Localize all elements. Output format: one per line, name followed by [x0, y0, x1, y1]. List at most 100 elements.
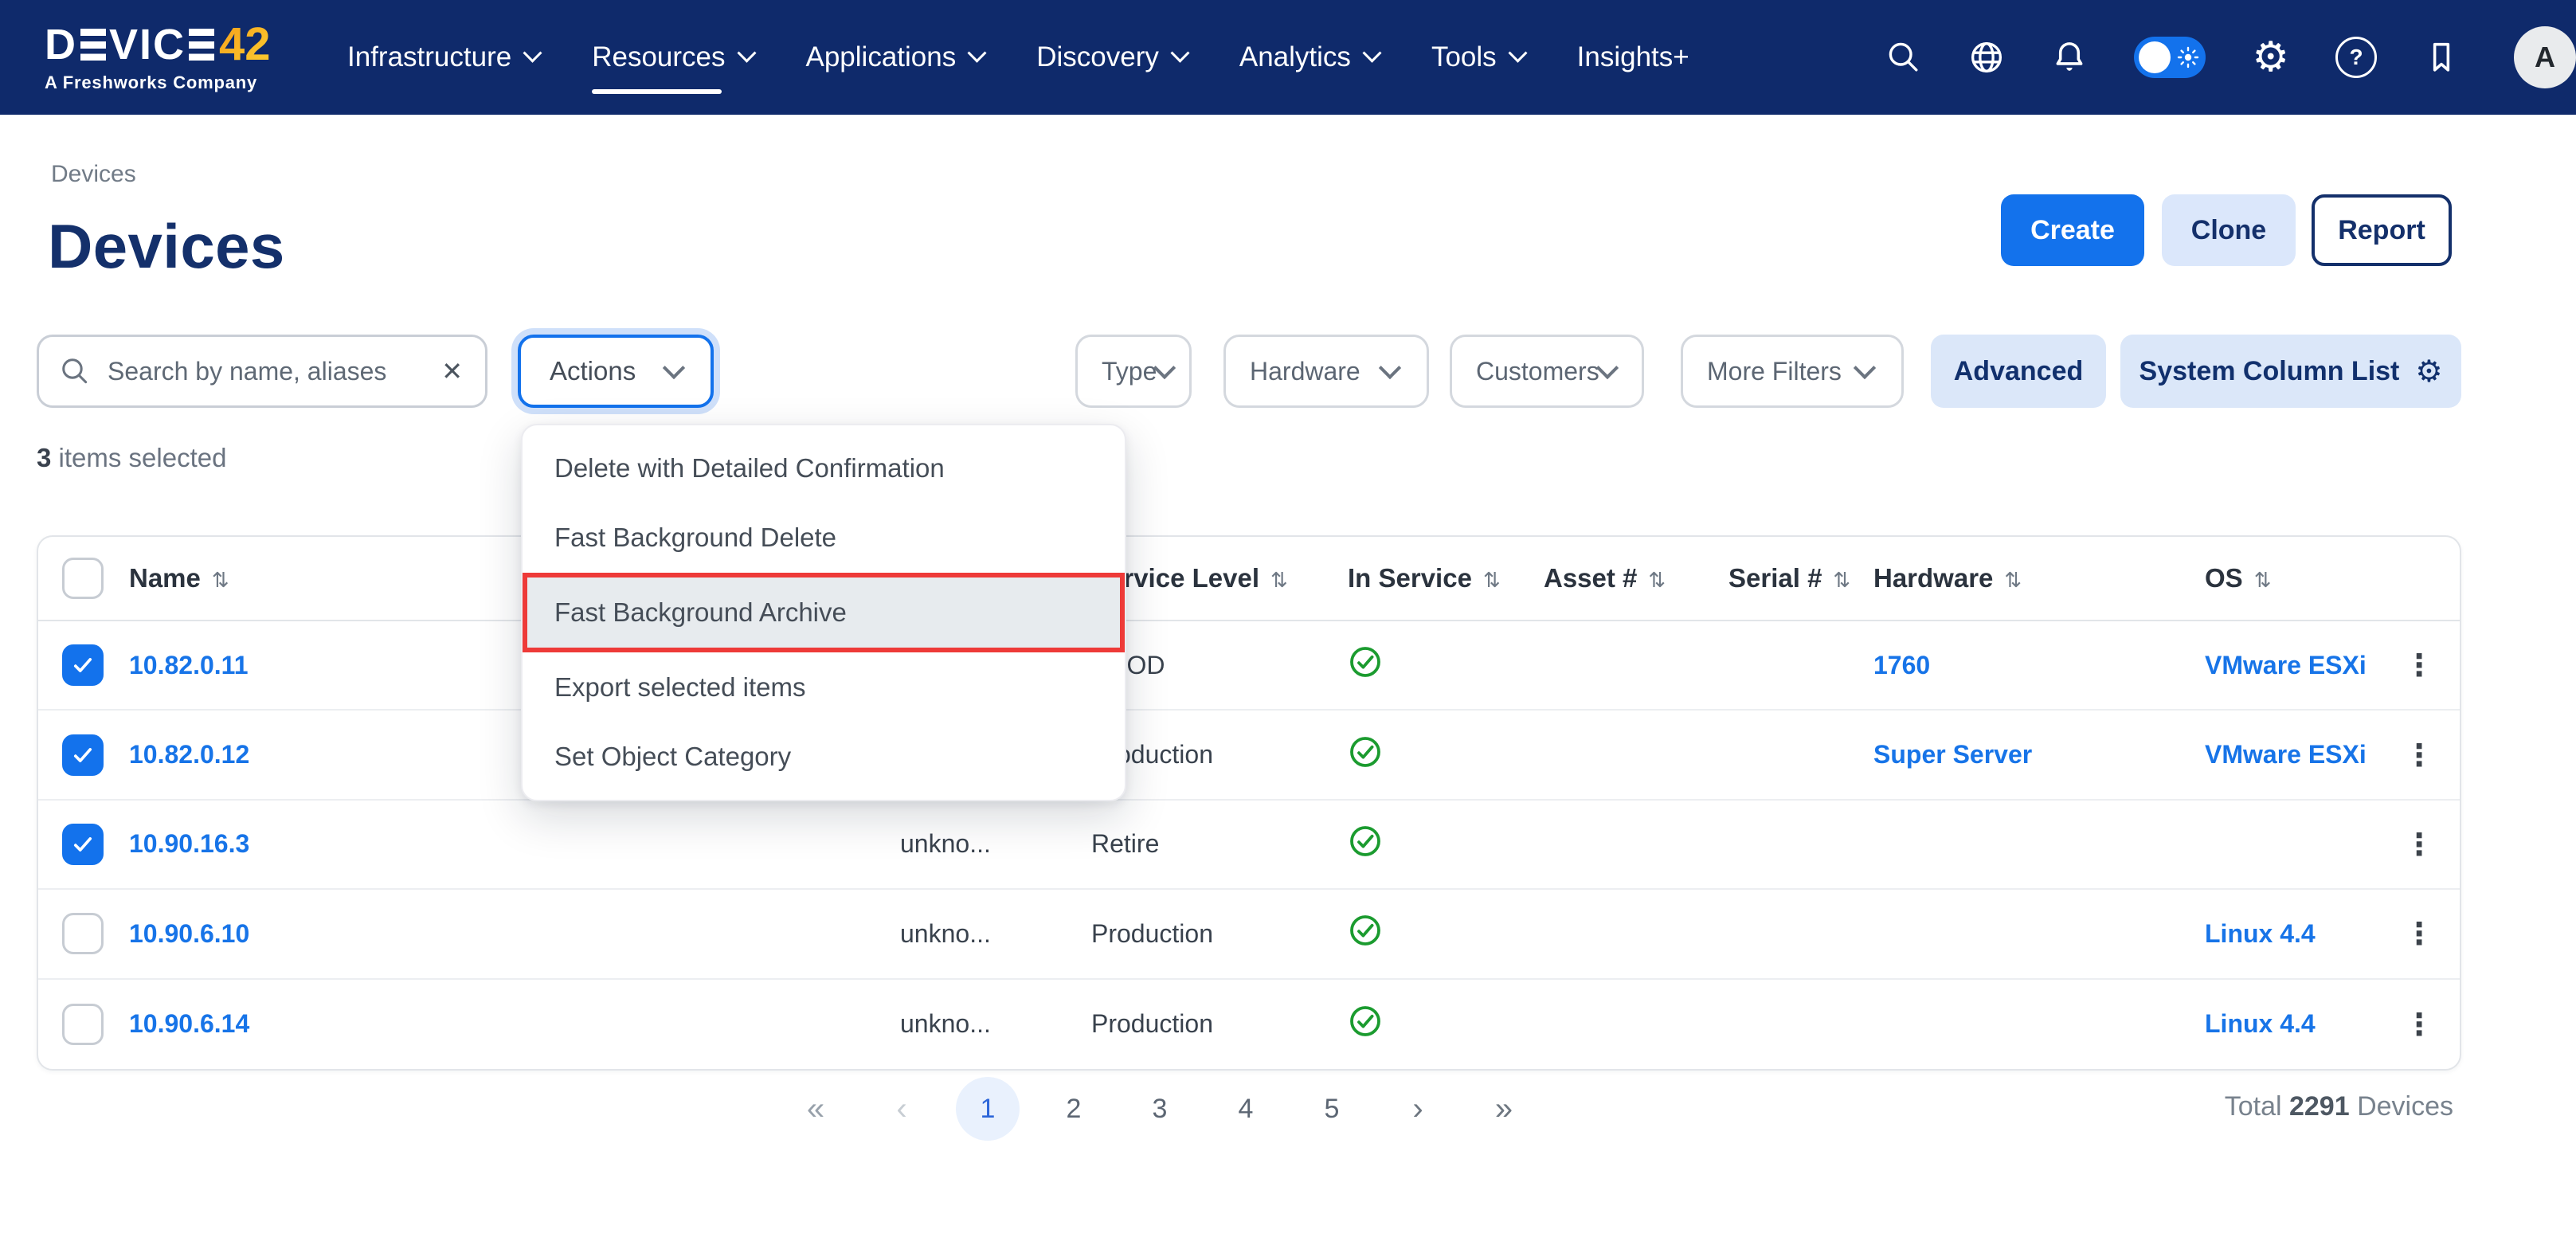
- column-header-in-service[interactable]: In Service⇅: [1340, 563, 1536, 593]
- device-name-link[interactable]: 10.90.6.14: [129, 1009, 249, 1038]
- device-name-link[interactable]: 10.90.6.10: [129, 919, 249, 948]
- in-service-check-icon: [1348, 913, 1383, 948]
- brand-letter-e-bars: [80, 29, 106, 61]
- table-row: 10.90.6.14 unkno... Production Linux 4.4…: [38, 980, 2460, 1069]
- clone-button[interactable]: Clone: [2162, 194, 2296, 266]
- chevron-down-icon: [737, 43, 756, 62]
- nav-infrastructure[interactable]: Infrastructure: [347, 0, 539, 115]
- device-name-link[interactable]: 10.82.0.12: [129, 740, 249, 769]
- row-checkbox[interactable]: [62, 913, 104, 954]
- pagination-page-1[interactable]: 1: [956, 1077, 1020, 1141]
- pagination-page-2[interactable]: 2: [1042, 1077, 1106, 1141]
- row-checkbox[interactable]: [62, 734, 104, 776]
- column-header-os[interactable]: OS⇅: [2197, 563, 2396, 593]
- hardware-link[interactable]: 1760: [1873, 651, 1930, 679]
- sort-icon: ⇅: [1648, 569, 1666, 593]
- pagination-next[interactable]: ›: [1386, 1077, 1450, 1141]
- filter-customers[interactable]: Customers: [1450, 335, 1644, 408]
- breadcrumb[interactable]: Devices: [51, 161, 136, 188]
- type-cell: unkno...: [892, 829, 1083, 859]
- brand-tagline: A Freshworks Company: [45, 72, 312, 93]
- total-devices-summary: Total 2291 Devices: [2225, 1091, 2453, 1122]
- system-column-list-button[interactable]: System Column List⚙: [2120, 335, 2461, 408]
- nav-discovery[interactable]: Discovery: [1036, 0, 1187, 115]
- clear-search-icon[interactable]: ✕: [441, 356, 463, 386]
- menu-item-set-object-category[interactable]: Set Object Category: [523, 722, 1125, 792]
- nav-insights-plus[interactable]: Insights+: [1577, 0, 1689, 115]
- theme-toggle[interactable]: [2134, 37, 2206, 78]
- row-menu-kebab-icon[interactable]: ⋮: [2404, 650, 2460, 680]
- in-service-cell: [1340, 824, 1536, 865]
- chevron-down-icon: [663, 357, 685, 379]
- column-header-asset[interactable]: Asset #⇅: [1536, 563, 1721, 593]
- pagination: « ‹ 1 2 3 4 5 › »: [784, 1077, 1536, 1141]
- hardware-link[interactable]: Super Server: [1873, 740, 2032, 769]
- pagination-page-3[interactable]: 3: [1128, 1077, 1192, 1141]
- nav-resources[interactable]: Resources: [592, 0, 753, 115]
- device42-logo[interactable]: DVIC42 A Freshworks Company: [45, 22, 312, 93]
- filter-more-filters[interactable]: More Filters: [1681, 335, 1904, 408]
- menu-item-delete-with-detailed-confirmation[interactable]: Delete with Detailed Confirmation: [523, 433, 1125, 503]
- page-title: Devices: [48, 210, 285, 283]
- filter-hardware[interactable]: Hardware: [1223, 335, 1429, 408]
- device42-devices-page: DVIC42 A Freshworks Company Infrastructu…: [0, 0, 2576, 1249]
- devices-table: Name⇅ Service Level⇅ In Service⇅ Asset #…: [37, 535, 2461, 1071]
- row-menu-kebab-icon[interactable]: ⋮: [2404, 740, 2460, 770]
- os-link[interactable]: Linux 4.4: [2205, 919, 2316, 948]
- select-all-checkbox[interactable]: [62, 558, 104, 599]
- globe-icon[interactable]: [1968, 39, 2005, 76]
- in-service-check-icon: [1348, 734, 1383, 769]
- pagination-page-4[interactable]: 4: [1214, 1077, 1278, 1141]
- os-link[interactable]: Linux 4.4: [2205, 1009, 2316, 1038]
- brand-wordmark: DVIC42: [45, 22, 312, 68]
- in-service-cell: [1340, 734, 1536, 776]
- menu-item-fast-background-archive[interactable]: Fast Background Archive: [523, 573, 1125, 652]
- menu-item-fast-background-delete[interactable]: Fast Background Delete: [523, 503, 1125, 574]
- help-icon[interactable]: ?: [2335, 37, 2377, 78]
- column-header-serial[interactable]: Serial #⇅: [1721, 563, 1865, 593]
- row-checkbox[interactable]: [62, 1004, 104, 1045]
- bookmark-icon[interactable]: [2423, 39, 2460, 76]
- filter-type[interactable]: Type: [1075, 335, 1192, 408]
- row-menu-kebab-icon[interactable]: ⋮: [2404, 918, 2460, 949]
- user-avatar[interactable]: A: [2514, 26, 2576, 88]
- device-name-link[interactable]: 10.90.16.3: [129, 829, 249, 858]
- os-link[interactable]: VMware ESXi: [2205, 651, 2367, 679]
- pagination-prev[interactable]: ‹: [870, 1077, 934, 1141]
- in-service-check-icon: [1348, 824, 1383, 859]
- table-row: 10.82.0.12 Production Super Server VMwar…: [38, 711, 2460, 800]
- nav-applications[interactable]: Applications: [806, 0, 985, 115]
- create-button[interactable]: Create: [2001, 194, 2144, 266]
- in-service-cell: [1340, 644, 1536, 686]
- device-name-link[interactable]: 10.82.0.11: [129, 651, 248, 679]
- nav-analytics[interactable]: Analytics: [1239, 0, 1379, 115]
- column-header-hardware[interactable]: Hardware⇅: [1865, 563, 2197, 593]
- os-link[interactable]: VMware ESXi: [2205, 740, 2367, 769]
- service-level-cell: Production: [1083, 1009, 1340, 1039]
- service-level-cell: Retire: [1083, 829, 1340, 859]
- nav-tools[interactable]: Tools: [1431, 0, 1525, 115]
- search-icon: [60, 356, 90, 386]
- total-count: 2291: [2289, 1091, 2350, 1122]
- pagination-page-5[interactable]: 5: [1300, 1077, 1364, 1141]
- sort-icon: ⇅: [1270, 569, 1288, 593]
- row-checkbox[interactable]: [62, 644, 104, 686]
- row-checkbox[interactable]: [62, 824, 104, 865]
- report-button[interactable]: Report: [2312, 194, 2452, 266]
- brand-letter-d: D: [45, 23, 77, 66]
- settings-gear-icon[interactable]: ⚙: [2252, 37, 2289, 78]
- top-navigation-bar: DVIC42 A Freshworks Company Infrastructu…: [0, 0, 2576, 115]
- row-menu-kebab-icon[interactable]: ⋮: [2404, 829, 2460, 859]
- pagination-first[interactable]: «: [784, 1077, 848, 1141]
- search-input[interactable]: [104, 355, 432, 388]
- row-menu-kebab-icon[interactable]: ⋮: [2404, 1009, 2460, 1040]
- brand-digits-42: 42: [219, 22, 271, 68]
- notifications-bell-icon[interactable]: [2051, 39, 2088, 76]
- actions-dropdown-button[interactable]: Actions: [518, 335, 714, 408]
- menu-item-export-selected-items[interactable]: Export selected items: [523, 652, 1125, 722]
- search-icon[interactable]: [1885, 39, 1922, 76]
- advanced-button[interactable]: Advanced: [1931, 335, 2106, 408]
- check-icon: [69, 742, 96, 769]
- in-service-cell: [1340, 913, 1536, 954]
- pagination-last[interactable]: »: [1472, 1077, 1536, 1141]
